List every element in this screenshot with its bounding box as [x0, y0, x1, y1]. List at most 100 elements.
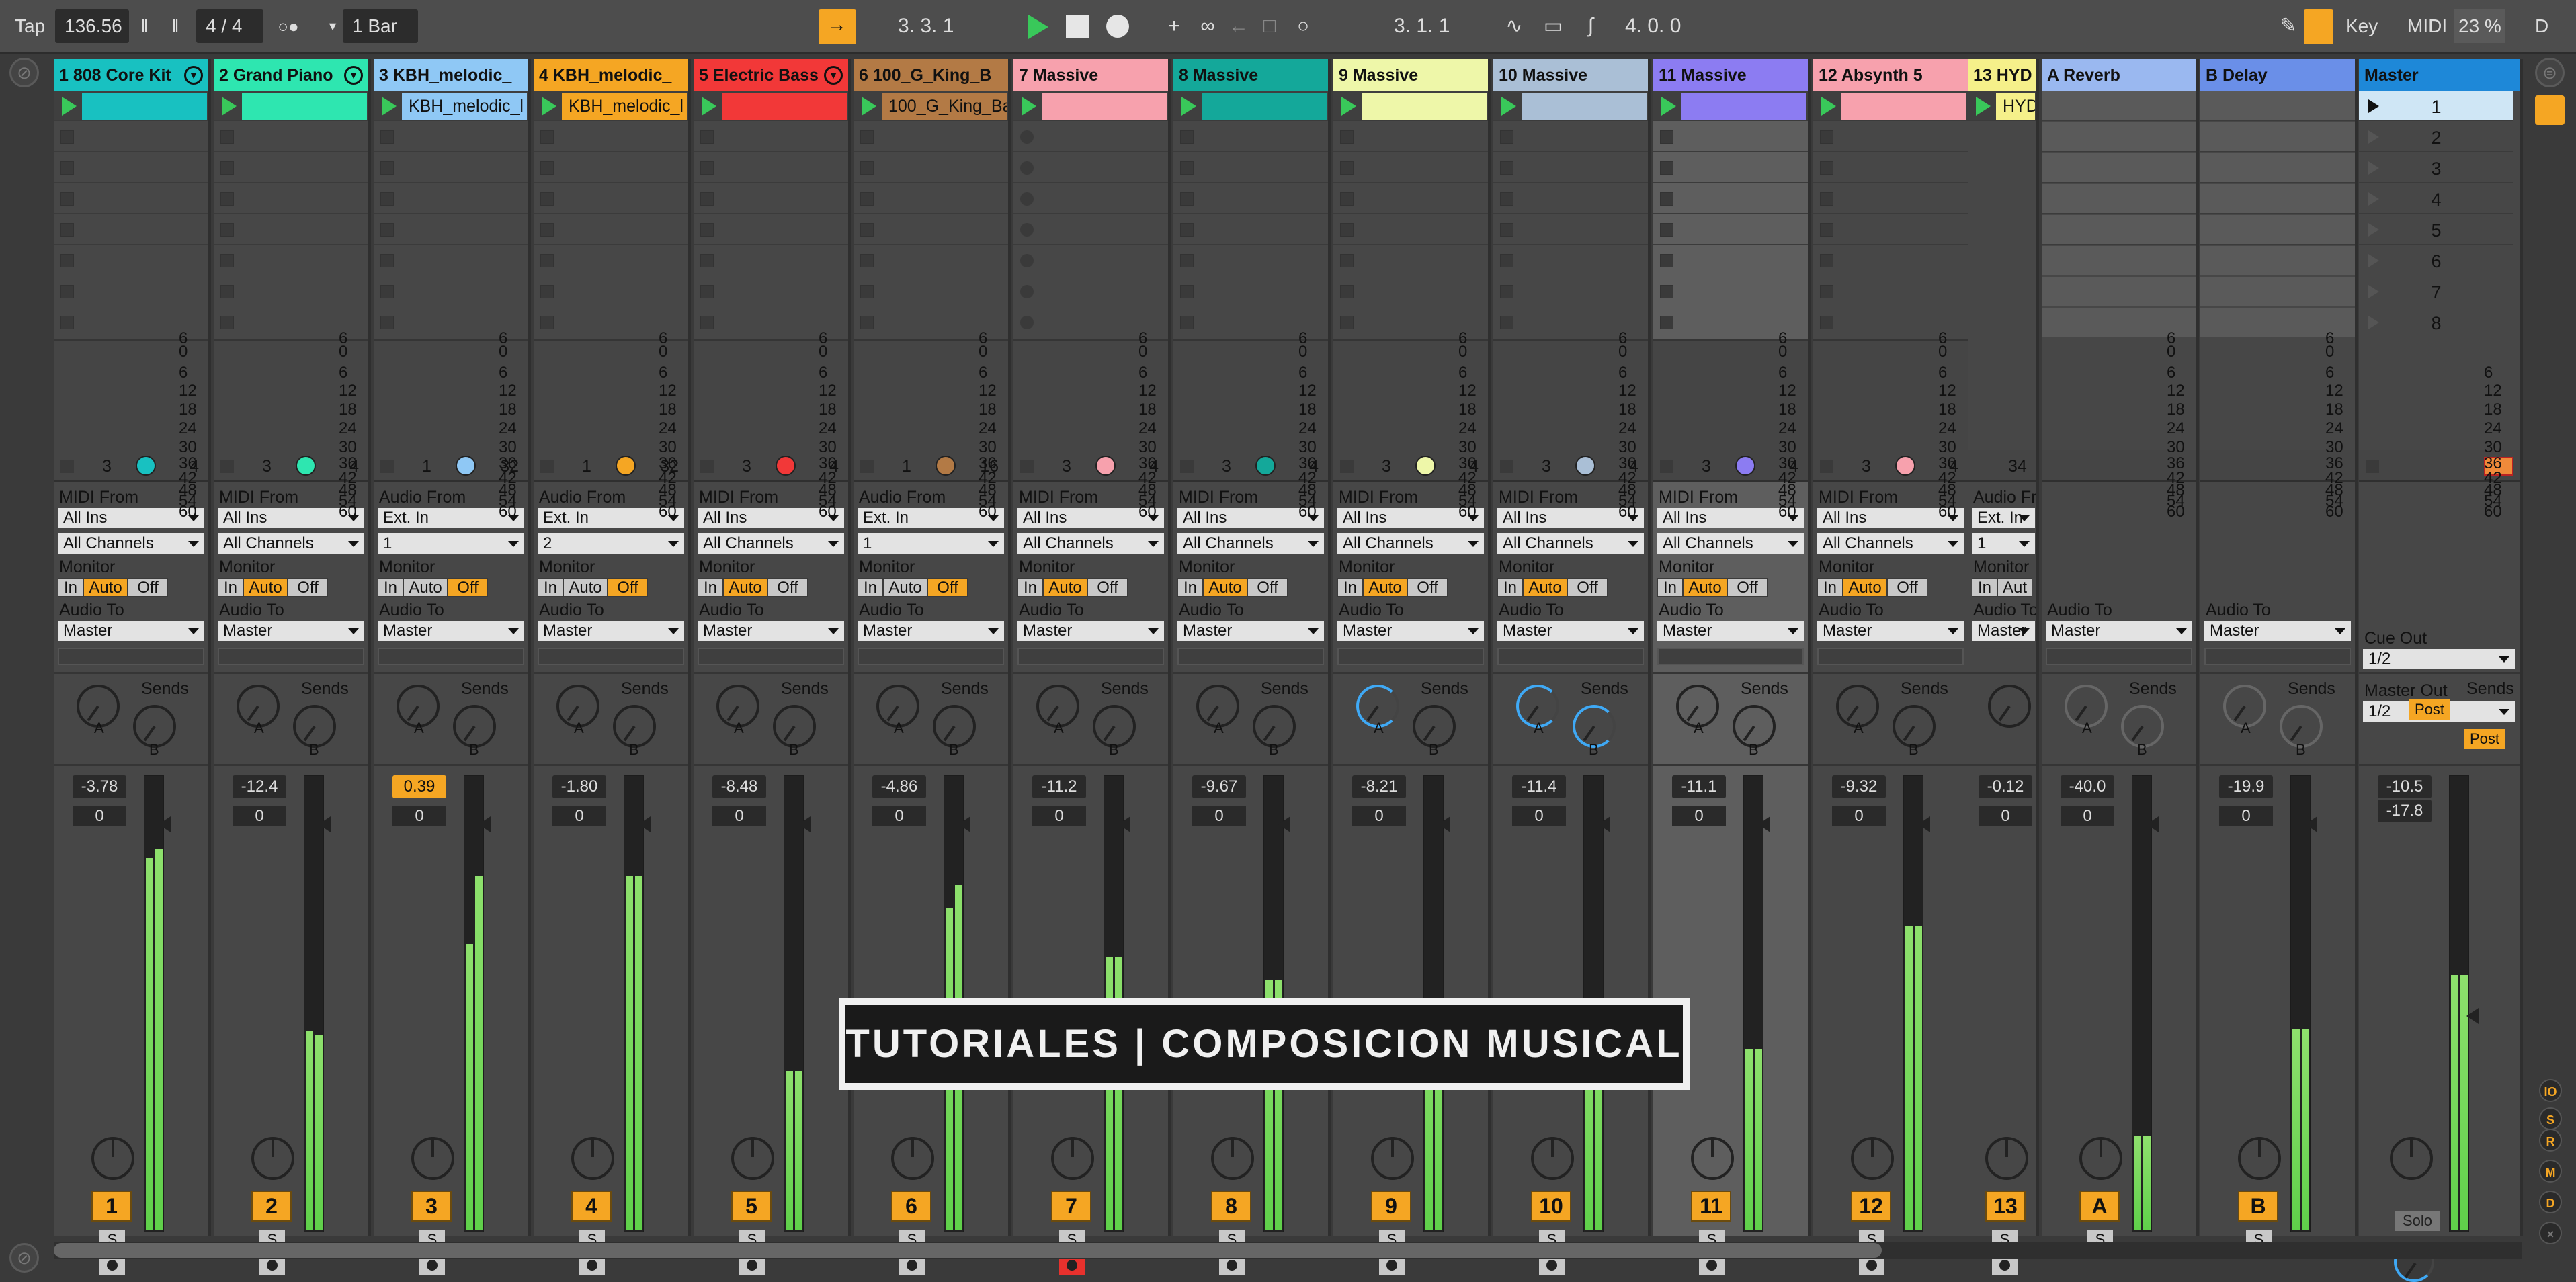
- fader-handle-icon[interactable]: [2305, 816, 2317, 832]
- slot-stop-icon[interactable]: [1020, 316, 1034, 329]
- monitor-in-button[interactable]: In: [1337, 578, 1363, 597]
- monitor-auto-button[interactable]: Auto: [883, 578, 927, 597]
- scene-row[interactable]: 1: [2359, 91, 2513, 121]
- pan-field[interactable]: 0: [1979, 806, 2032, 826]
- return-track-b[interactable]: B Delay Audio To Master Sends A B -19.9 0 6 0 6 12 1…: [2200, 59, 2358, 1250]
- stop-icon[interactable]: [380, 460, 394, 473]
- pan-knob[interactable]: [1531, 1137, 1574, 1180]
- monitor-in-button[interactable]: In: [1497, 578, 1523, 597]
- track-4[interactable]: 4 KBH_melodic_ KBH_melodic_l 1 32 Audio From…: [534, 59, 691, 1275]
- clip-slot[interactable]: [1493, 153, 1648, 183]
- stop-icon[interactable]: [1660, 460, 1673, 473]
- pan-field[interactable]: 0: [552, 806, 606, 826]
- track-activator[interactable]: 1: [91, 1191, 132, 1222]
- clip-slot[interactable]: [1173, 277, 1328, 306]
- monitor-off-button[interactable]: Off: [1567, 578, 1608, 597]
- io-toggle[interactable]: IO: [2539, 1079, 2562, 1102]
- clip-slot[interactable]: [54, 277, 208, 306]
- monitor-in-button[interactable]: In: [858, 578, 883, 597]
- clip-slot[interactable]: [694, 215, 848, 245]
- monitor-off-button[interactable]: Off: [927, 578, 968, 597]
- slot-stop-icon[interactable]: [220, 316, 234, 329]
- clip-launch-icon[interactable]: [1022, 97, 1036, 116]
- song-position[interactable]: 3. 3. 1: [898, 9, 954, 43]
- return-a-post-button[interactable]: Post: [2409, 699, 2450, 720]
- clip-slot[interactable]: [1493, 277, 1648, 306]
- monitor-off-button[interactable]: Off: [1887, 578, 1927, 597]
- slot-stop-icon[interactable]: [1020, 254, 1034, 267]
- clip-slot[interactable]: [1653, 246, 1808, 275]
- send-a-knob[interactable]: [1988, 685, 2031, 728]
- clip-launch-icon[interactable]: [1661, 97, 1676, 116]
- channel-dropdown[interactable]: 2: [538, 533, 684, 554]
- clip-slot[interactable]: [1173, 91, 1328, 121]
- clip[interactable]: [1362, 93, 1487, 120]
- monitor-auto-button[interactable]: Auto: [83, 578, 128, 597]
- volume-field[interactable]: -8.48: [712, 775, 766, 798]
- slot-stop-icon[interactable]: [1820, 223, 1833, 237]
- scene-row[interactable]: 4: [2359, 184, 2513, 214]
- channel-dropdown[interactable]: All Channels: [1017, 533, 1164, 554]
- audio-to-dropdown[interactable]: Master: [698, 621, 844, 641]
- pan-knob[interactable]: [1371, 1137, 1414, 1180]
- track-activator[interactable]: 11: [1691, 1191, 1731, 1222]
- pan-knob[interactable]: [251, 1137, 294, 1180]
- pan-field[interactable]: 0: [2219, 806, 2273, 826]
- slot-stop-icon[interactable]: [1500, 316, 1513, 329]
- slot-stop-icon[interactable]: [1180, 316, 1194, 329]
- clip-slot[interactable]: [214, 184, 368, 214]
- slot-stop-icon[interactable]: [1020, 161, 1034, 175]
- clip-slot[interactable]: [1333, 91, 1488, 121]
- clip[interactable]: HYD: [1996, 93, 2035, 120]
- clip-slot[interactable]: [534, 153, 688, 183]
- return-b-post-button[interactable]: Post: [2464, 729, 2505, 749]
- clip-slot[interactable]: [374, 153, 528, 183]
- clip-slot[interactable]: [1173, 246, 1328, 275]
- slot-stop-icon[interactable]: [860, 161, 874, 175]
- slot-stop-icon[interactable]: [1660, 192, 1673, 206]
- slot-stop-icon[interactable]: [1020, 192, 1034, 206]
- track-activator[interactable]: 5: [731, 1191, 772, 1222]
- volume-field[interactable]: 0.39: [392, 775, 446, 798]
- volume-field[interactable]: -3.78: [73, 775, 126, 798]
- returns-toggle[interactable]: R: [2539, 1129, 2562, 1152]
- pan-field[interactable]: 0: [712, 806, 766, 826]
- clip-slot[interactable]: [1813, 91, 1968, 121]
- clip-slot[interactable]: [1333, 153, 1488, 183]
- browser-toggle-icon[interactable]: ⊘: [9, 58, 39, 87]
- clip-slot[interactable]: [214, 91, 368, 121]
- master-track[interactable]: Master 12345678 Cue Out 1/2 Master Out 1…: [2359, 59, 2523, 1282]
- pan-knob[interactable]: [2079, 1137, 2122, 1180]
- clip-slot[interactable]: [1813, 246, 1968, 275]
- track-2[interactable]: 2 Grand Piano ▼ 3 4 MIDI From All Ins All Chan…: [214, 59, 371, 1275]
- midi-map-button[interactable]: MIDI: [2407, 9, 2447, 43]
- clip-slot[interactable]: [534, 215, 688, 245]
- stop-icon[interactable]: [540, 460, 554, 473]
- track-delay-field[interactable]: [538, 648, 684, 665]
- audio-to-dropdown[interactable]: Master: [1497, 621, 1644, 641]
- clip-slot[interactable]: [534, 246, 688, 275]
- clip[interactable]: KBH_melodic_l: [562, 93, 687, 120]
- stop-icon[interactable]: [1066, 15, 1089, 38]
- track-header[interactable]: 8 Massive: [1173, 59, 1328, 91]
- pan-knob[interactable]: [91, 1137, 134, 1180]
- clip-slot[interactable]: [854, 215, 1008, 245]
- clip-slot[interactable]: [1493, 215, 1648, 245]
- track-delay-field[interactable]: [218, 648, 364, 665]
- clip-slot[interactable]: [694, 246, 848, 275]
- clip-slot[interactable]: [214, 277, 368, 306]
- slot-stop-icon[interactable]: [60, 285, 74, 298]
- slot-stop-icon[interactable]: [1500, 223, 1513, 237]
- clip-slot[interactable]: [1173, 215, 1328, 245]
- slot-stop-icon[interactable]: [1500, 161, 1513, 175]
- track-delay-field[interactable]: [1657, 648, 1804, 665]
- follow-button[interactable]: →: [819, 9, 856, 44]
- track-delay-field[interactable]: [1177, 648, 1324, 665]
- clip-slot[interactable]: [534, 277, 688, 306]
- master-pan-knob[interactable]: [2390, 1137, 2433, 1180]
- slot-stop-icon[interactable]: [60, 223, 74, 237]
- loop-start[interactable]: 3. 1. 1: [1394, 9, 1450, 43]
- fader-handle-icon[interactable]: [319, 816, 331, 832]
- track-header[interactable]: 6 100_G_King_B: [854, 59, 1008, 91]
- input-dropdown[interactable]: Ext. In: [1972, 508, 2035, 528]
